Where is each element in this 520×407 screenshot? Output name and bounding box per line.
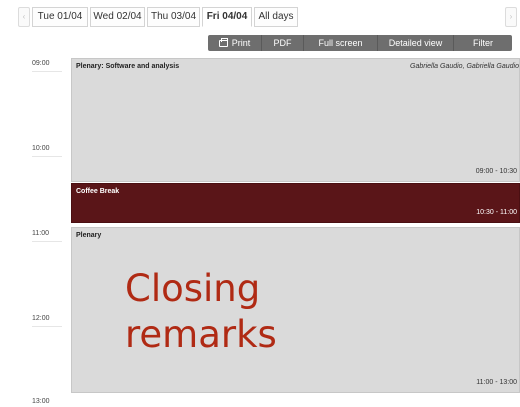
session-time: 10:30 - 11:00 [476, 209, 517, 216]
hour-label-1000: 10:00 [32, 145, 50, 152]
filter-button[interactable]: Filter [454, 35, 512, 51]
hour-gridline [32, 71, 62, 72]
session-title: Plenary: Software and analysis [76, 63, 180, 70]
hour-label-1100: 11:00 [32, 230, 49, 237]
printer-icon [218, 38, 228, 47]
session-title: Plenary [76, 232, 102, 239]
hour-label-1300: 13:00 [32, 398, 50, 405]
session-time: 11:00 - 13:00 [476, 379, 517, 386]
timetable-toolbar: Print PDF Full screen Detailed view Filt… [208, 35, 512, 51]
tab-all-days[interactable]: All days [254, 7, 298, 27]
session-coffee-break[interactable]: Coffee Break 10:30 - 11:00 [71, 183, 520, 223]
pdf-button[interactable]: PDF [262, 35, 304, 51]
tab-wed[interactable]: Wed 02/04 [90, 7, 145, 27]
session-time: 09:00 - 10:30 [475, 168, 517, 175]
closing-remarks-text: Closing remarks [125, 267, 277, 356]
hour-gridline [32, 326, 62, 327]
hour-gridline [32, 156, 62, 157]
next-day-arrow-icon[interactable]: › [505, 7, 517, 27]
tab-tue[interactable]: Tue 01/04 [32, 7, 88, 27]
hour-label-1200: 12:00 [32, 315, 50, 322]
session-title: Coffee Break [76, 188, 120, 195]
session-speakers: Gabriella Gaudio, Gabriella Gaudio [410, 63, 519, 70]
hour-gridline [32, 241, 62, 242]
detailed-view-button[interactable]: Detailed view [378, 35, 454, 51]
hour-label-0900: 09:00 [32, 60, 50, 67]
prev-day-arrow-icon[interactable]: ‹ [18, 7, 30, 27]
print-button[interactable]: Print [208, 35, 262, 51]
print-label: Print [231, 38, 251, 48]
day-tabs: ‹ Tue 01/04 Wed 02/04 Thu 03/04 Fri 04/0… [0, 7, 520, 28]
tab-thu[interactable]: Thu 03/04 [147, 7, 200, 27]
fullscreen-button[interactable]: Full screen [304, 35, 378, 51]
session-plenary-software[interactable]: Plenary: Software and analysis Gabriella… [71, 58, 520, 182]
tab-fri[interactable]: Fri 04/04 [202, 7, 252, 27]
